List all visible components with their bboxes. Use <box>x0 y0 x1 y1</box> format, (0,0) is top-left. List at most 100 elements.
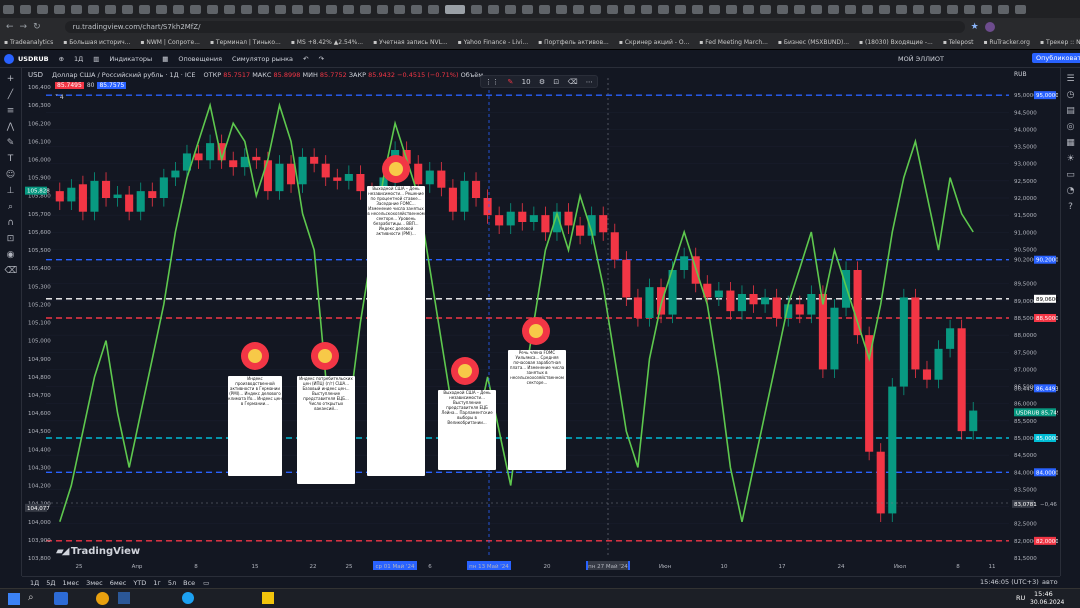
browser-tab[interactable] <box>488 4 499 14</box>
crosshair-icon[interactable]: + <box>5 74 17 84</box>
browser-tab[interactable] <box>896 4 907 14</box>
add-symbol-icon[interactable]: ⊕ <box>59 55 64 63</box>
browser-tab[interactable] <box>309 4 320 14</box>
magnet-icon[interactable]: ∩ <box>5 218 17 228</box>
bookmark-item[interactable]: ▪ Tradeanalytics <box>4 39 53 46</box>
bookmark-item[interactable]: ▪ (18030) Входящие -... <box>859 39 933 46</box>
replay-button[interactable]: Симулятор рынка <box>232 55 293 63</box>
bookmark-item[interactable]: ▪ MS +8.42% ▲2.54%... <box>291 39 363 46</box>
browser-tab[interactable] <box>360 4 371 14</box>
range-button[interactable]: 1г <box>153 579 161 587</box>
line-width-value[interactable]: 10 <box>522 78 531 86</box>
notifications-icon[interactable]: ◔ <box>1065 186 1077 196</box>
browser-tab[interactable] <box>505 4 516 14</box>
range-button[interactable]: 5л <box>168 579 176 587</box>
taskbar-time[interactable]: 15:46 <box>1034 590 1053 598</box>
trash-icon[interactable]: ⌫ <box>5 266 18 276</box>
news-note[interactable]: Речь члена FOMC Уильямса... Средняя поча… <box>508 350 566 470</box>
browser-tab[interactable] <box>122 4 133 14</box>
browser-tab[interactable] <box>624 4 635 14</box>
chat-icon[interactable]: ▭ <box>1065 170 1077 180</box>
range-button[interactable]: 3мес <box>86 579 103 587</box>
browser-tab[interactable] <box>709 4 720 14</box>
price-chart[interactable]: 106,400 106,300 106,200 106,100 106,000 105,9… <box>24 68 1058 578</box>
ask-badge[interactable]: 85.7575 <box>97 82 127 89</box>
browser-tab[interactable] <box>173 4 184 14</box>
browser-tab[interactable] <box>556 4 567 14</box>
currency-selector[interactable]: RUB <box>1014 71 1027 78</box>
browser-tab[interactable] <box>428 4 439 14</box>
taskbar-date[interactable]: 30.06.2024 <box>1030 599 1064 606</box>
browser-tab[interactable] <box>981 4 992 14</box>
data-window-icon[interactable]: ▤ <box>1065 106 1077 116</box>
browser-tab[interactable] <box>641 4 652 14</box>
browser-tab[interactable] <box>394 4 405 14</box>
alerts-clock-icon[interactable]: ◷ <box>1065 90 1077 100</box>
browser-tab[interactable] <box>998 4 1009 14</box>
browser-tab[interactable] <box>964 4 975 14</box>
reload-icon[interactable]: ↻ <box>33 22 41 32</box>
browser-tab[interactable] <box>794 4 805 14</box>
clock-value[interactable]: 15:46:05 (UTC+3) <box>980 578 1039 586</box>
tradingview-logo-icon[interactable] <box>4 54 14 64</box>
browser-tab[interactable] <box>777 4 788 14</box>
browser-tab[interactable] <box>726 4 737 14</box>
browser-tab[interactable] <box>207 4 218 14</box>
browser-tab[interactable] <box>471 4 482 14</box>
bookmark-item[interactable]: ▪ Скринер акций - О... <box>619 39 689 46</box>
news-note[interactable]: Индекс производственной активности в Гер… <box>228 376 282 476</box>
zoom-in-icon[interactable]: ⌕ <box>5 202 17 212</box>
browser-tab[interactable] <box>522 4 533 14</box>
browser-tab[interactable] <box>845 4 856 14</box>
ruler-icon[interactable]: ⊥ <box>5 186 17 196</box>
browser-tab[interactable] <box>862 4 873 14</box>
bookmark-item[interactable]: ▪ Бизнес (MSXBUND)... <box>778 39 849 46</box>
browser-tab[interactable] <box>139 4 150 14</box>
browser-tab[interactable] <box>156 4 167 14</box>
search-icon[interactable]: ⌕ <box>28 592 34 603</box>
bookmark-item[interactable]: ▪ Учетная запись NVL... <box>373 39 448 46</box>
delete-drawing-icon[interactable]: ⌫ <box>568 78 578 86</box>
calendar-icon[interactable]: ▦ <box>1065 138 1077 148</box>
browser-tab[interactable] <box>675 4 686 14</box>
bookmark-item[interactable]: ▪ Yahoo Finance - Livi... <box>458 39 528 46</box>
templates-icon[interactable]: ▦ <box>162 55 168 63</box>
auto-scale[interactable]: авто <box>1042 578 1058 586</box>
settings-gear-icon[interactable]: ⚙ <box>539 78 545 86</box>
watchlist-icon[interactable]: ☰ <box>1065 74 1077 84</box>
range-button[interactable]: 5Д <box>46 579 55 587</box>
pattern-tool-icon[interactable]: ⋀ <box>5 122 17 132</box>
goto-date-icon[interactable]: ▭ <box>203 579 209 587</box>
bookmark-item[interactable]: ▪ RuTracker.org <box>983 39 1030 46</box>
chrome-taskbar-icon[interactable] <box>96 592 109 605</box>
indicators-button[interactable]: Индикаторы <box>109 55 152 63</box>
lock-drawing-icon[interactable]: ⊡ <box>553 78 559 86</box>
timeframe-button[interactable]: 1Д <box>74 55 83 63</box>
hidden-indicators-toggle[interactable]: ˅ 4 <box>55 94 64 101</box>
news-note[interactable]: Выходной США – День независимости... Выс… <box>438 390 496 470</box>
browser-tab[interactable] <box>3 4 14 14</box>
back-icon[interactable]: ← <box>6 22 14 32</box>
browser-tab[interactable] <box>879 4 890 14</box>
browser-tab[interactable] <box>88 4 99 14</box>
symbol-search-button[interactable]: USDRUB <box>18 55 49 63</box>
legend-title[interactable]: Доллар США / Российский рубль · 1Д · ICE <box>52 71 195 79</box>
browser-tab[interactable] <box>190 4 201 14</box>
chart-type-icon[interactable]: ▥ <box>93 55 99 63</box>
bid-badge[interactable]: 85.7495 <box>55 82 84 89</box>
browser-tab[interactable] <box>343 4 354 14</box>
url-field[interactable]: ru.tradingview.com/chart/S7kh2MfZ/ <box>64 20 965 33</box>
browser-tab[interactable] <box>275 4 286 14</box>
browser-tab[interactable] <box>54 4 65 14</box>
browser-tab[interactable] <box>573 4 584 14</box>
publish-button[interactable]: Опубликовать <box>1032 53 1080 63</box>
browser-tab[interactable] <box>760 4 771 14</box>
layout-menu[interactable]: МОЙ ЭЛЛИОТ <box>898 55 944 63</box>
browser-tab[interactable] <box>811 4 822 14</box>
windows-start-icon[interactable] <box>8 593 20 605</box>
language-indicator[interactable]: RU <box>1016 594 1025 602</box>
lock-icon[interactable]: ⊡ <box>5 234 17 244</box>
browser-tab[interactable] <box>105 4 116 14</box>
hotlist-icon[interactable]: ◎ <box>1065 122 1077 132</box>
browser-tab[interactable] <box>658 4 669 14</box>
